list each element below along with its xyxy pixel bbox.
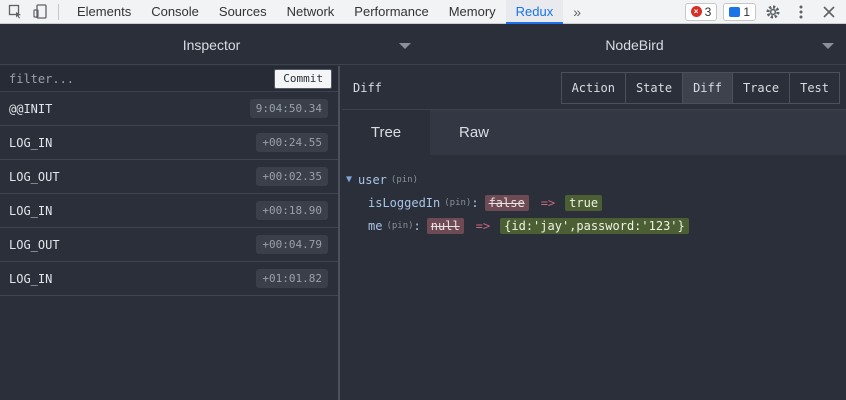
messages-badge[interactable]: 1 — [723, 2, 756, 21]
action-list-item[interactable]: @@INIT 9:04:50.34 — [0, 92, 338, 126]
inspector-pane: Diff Action State Diff Trace Test Tree R… — [342, 66, 846, 400]
tree-node-isloggedin: isLoggedIn (pin) : false => true — [346, 191, 846, 214]
tree-node-me: me (pin) : null => {id:'jay',password:'1… — [346, 214, 846, 237]
action-name: LOG_OUT — [9, 169, 60, 184]
tab-performance[interactable]: Performance — [344, 0, 438, 24]
tree-key: user — [358, 172, 387, 187]
errors-count: 3 — [704, 4, 712, 19]
pin-link[interactable]: (pin) — [391, 175, 418, 185]
instance-select[interactable]: NodeBird — [423, 25, 846, 64]
toolbar-separator — [58, 3, 59, 20]
tab-redux[interactable]: Redux — [505, 0, 564, 24]
tree-key: me — [368, 218, 383, 233]
pin-link[interactable]: (pin) — [386, 221, 413, 231]
tab-console[interactable]: Console — [141, 0, 209, 24]
settings-gear-icon[interactable] — [762, 1, 784, 23]
tab-network[interactable]: Network — [277, 0, 345, 24]
tree-key: isLoggedIn — [368, 195, 441, 210]
close-icon[interactable] — [818, 1, 840, 23]
monitor-select[interactable]: Inspector — [0, 25, 423, 64]
test-tab-button[interactable]: Test — [789, 72, 839, 103]
action-time: +00:18.90 — [256, 201, 328, 220]
action-tab-button[interactable]: Action — [561, 72, 625, 103]
tab-sources[interactable]: Sources — [209, 0, 277, 24]
more-tabs-icon[interactable]: » — [563, 4, 591, 20]
message-icon — [729, 6, 741, 17]
action-time: 9:04:50.34 — [249, 99, 328, 118]
action-list-item[interactable]: LOG_IN +00:18.90 — [0, 194, 338, 228]
filter-input[interactable] — [9, 71, 275, 86]
chevron-down-icon — [822, 43, 834, 49]
action-name: @@INIT — [9, 101, 53, 116]
diff-tab-button[interactable]: Diff — [682, 72, 732, 103]
key-colon: : — [413, 218, 421, 233]
error-icon: × — [690, 6, 702, 17]
tab-elements[interactable]: Elements — [67, 0, 141, 24]
action-time: +00:24.55 — [256, 133, 328, 152]
action-name: LOG_OUT — [9, 237, 60, 252]
inspect-element-icon[interactable] — [4, 1, 26, 23]
action-list-item[interactable]: LOG_IN +01:01.82 — [0, 262, 338, 296]
tree-node-user[interactable]: ▼ user (pin) — [346, 168, 846, 191]
errors-badge[interactable]: × 3 — [684, 2, 718, 21]
chevron-down-icon — [399, 43, 411, 49]
new-value: true — [565, 194, 603, 211]
redux-header: Inspector NodeBird — [0, 25, 846, 65]
action-name: LOG_IN — [9, 203, 53, 218]
diff-tree: ▼ user (pin) isLoggedIn (pin) : false =>… — [342, 155, 846, 237]
trace-tab-button[interactable]: Trace — [731, 72, 790, 103]
tab-tree[interactable]: Tree — [342, 110, 430, 155]
new-value: {id:'jay',password:'123'} — [500, 217, 689, 234]
action-name: LOG_IN — [9, 135, 53, 150]
action-name: LOG_IN — [9, 271, 53, 286]
action-list-item[interactable]: LOG_OUT +00:04.79 — [0, 228, 338, 262]
action-list-pane: Commit @@INIT 9:04:50.34 LOG_IN +00:24.5… — [0, 66, 340, 400]
pin-link[interactable]: (pin) — [444, 198, 471, 208]
monitor-select-value: Inspector — [182, 36, 241, 53]
action-time: +00:02.35 — [256, 167, 328, 186]
view-tabs: Tree Raw — [342, 110, 846, 155]
old-value: false — [484, 194, 529, 211]
tab-memory[interactable]: Memory — [439, 0, 506, 24]
action-list-item[interactable]: LOG_IN +00:24.55 — [0, 126, 338, 160]
state-tab-button[interactable]: State — [624, 72, 683, 103]
tab-raw[interactable]: Raw — [430, 110, 518, 155]
toolbar-right: × 3 1 — [684, 1, 846, 23]
action-time: +00:04.79 — [256, 235, 328, 254]
inspector-title: Diff — [353, 80, 382, 95]
diff-arrow: => — [475, 218, 491, 233]
old-value: null — [426, 217, 464, 234]
inspector-mode-buttons: Action State Diff Trace Test — [560, 71, 840, 104]
device-toolbar-icon[interactable] — [30, 1, 52, 23]
commit-button[interactable]: Commit — [274, 68, 332, 89]
messages-count: 1 — [743, 4, 750, 19]
expand-triangle-icon[interactable]: ▼ — [346, 174, 358, 185]
devtools-toolbar: Elements Console Sources Network Perform… — [0, 0, 846, 24]
action-time: +01:01.82 — [256, 269, 328, 288]
more-options-icon[interactable] — [790, 1, 812, 23]
instance-select-value: NodeBird — [605, 36, 664, 53]
inspector-toolbar: Diff Action State Diff Trace Test — [342, 66, 846, 110]
diff-arrow: => — [540, 195, 556, 210]
filter-bar: Commit — [0, 66, 338, 92]
key-colon: : — [471, 195, 479, 210]
action-list-item[interactable]: LOG_OUT +00:02.35 — [0, 160, 338, 194]
